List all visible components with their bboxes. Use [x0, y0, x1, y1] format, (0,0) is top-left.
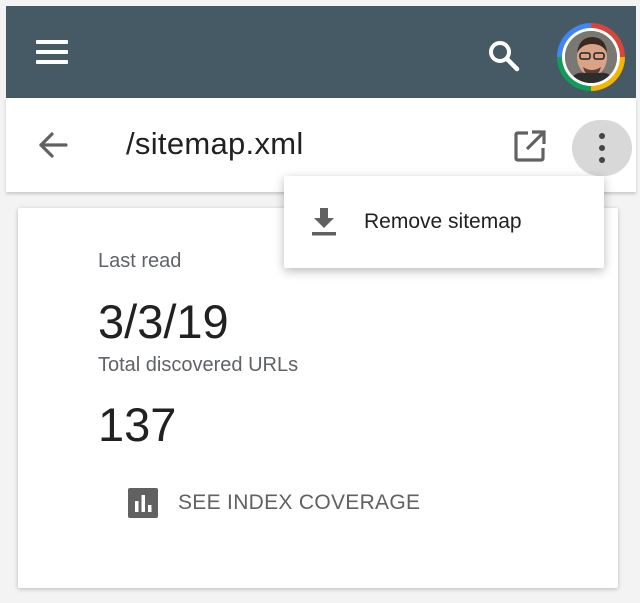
last-read-label: Last read	[98, 250, 182, 272]
overflow-menu: Remove sitemap	[284, 176, 604, 268]
avatar[interactable]	[557, 23, 625, 91]
total-urls-value: 137	[98, 398, 177, 451]
see-index-coverage-button[interactable]: SEE INDEX COVERAGE	[128, 486, 428, 520]
app-bar	[6, 6, 636, 98]
see-index-coverage-label: SEE INDEX COVERAGE	[178, 491, 421, 514]
arrow-back-icon[interactable]	[36, 128, 70, 162]
last-read-value: 3/3/19	[98, 295, 229, 348]
menu-icon[interactable]	[36, 40, 68, 64]
download-icon	[312, 208, 336, 236]
avatar-photo	[565, 31, 617, 83]
page-title: /sitemap.xml	[126, 126, 304, 161]
more-vert-icon[interactable]	[572, 120, 632, 176]
app-frame: /sitemap.xml Last read 3/3/19 Total disc…	[0, 0, 640, 603]
menu-item-remove-sitemap[interactable]: Remove sitemap	[284, 176, 604, 268]
open-in-new-icon[interactable]	[512, 128, 548, 164]
bar-chart-icon	[128, 488, 158, 518]
menu-item-label: Remove sitemap	[364, 210, 522, 233]
search-icon[interactable]	[484, 36, 524, 76]
total-urls-label: Total discovered URLs	[98, 354, 299, 376]
